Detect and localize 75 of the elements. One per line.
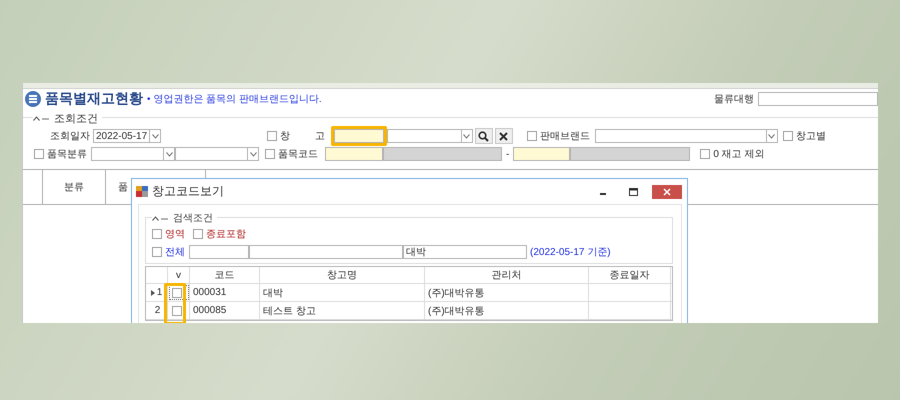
table-cell: 대박 — [260, 284, 425, 301]
checkbox[interactable] — [152, 229, 162, 239]
dropdown-icon[interactable] — [152, 134, 158, 138]
range-separator: - — [506, 148, 510, 160]
maximize-icon — [628, 188, 638, 196]
column-header: 종료일자 — [589, 267, 671, 283]
checkbox[interactable] — [700, 149, 710, 159]
search-icon — [478, 130, 490, 142]
checkbox[interactable] — [152, 247, 162, 257]
close-icon — [663, 188, 671, 196]
item-code-field[interactable] — [325, 147, 383, 161]
dropdown-icon[interactable] — [250, 152, 256, 156]
table-cell: 테스트 창고 — [260, 302, 425, 319]
menu-icon — [25, 91, 41, 107]
search-button[interactable] — [474, 128, 493, 144]
warehouse-name-field[interactable] — [386, 129, 462, 143]
field-label: 판매브랜드 — [540, 130, 590, 143]
field-label: 조회일자 — [50, 130, 90, 143]
checkbox[interactable] — [193, 229, 203, 239]
item-name-field[interactable] — [570, 147, 690, 161]
column-header: 분류 — [43, 170, 106, 204]
search-field[interactable]: 대박 — [403, 245, 527, 259]
table-cell: 000085 — [190, 302, 260, 319]
table-cell: (주)대박유통 — [425, 302, 589, 319]
checkbox[interactable] — [172, 288, 182, 298]
clear-button[interactable] — [494, 128, 513, 144]
search-field[interactable] — [189, 245, 249, 259]
close-button[interactable] — [652, 184, 682, 198]
subcategory-select[interactable] — [175, 147, 248, 161]
field-label: 품목코드 — [278, 148, 318, 161]
date-field[interactable]: 2022-05-17 — [93, 129, 150, 143]
table-cell: 000031 — [190, 284, 260, 301]
page-title: 품목별재고현황 — [45, 90, 143, 108]
row-header[interactable]: 2 — [146, 302, 168, 319]
table-cell: (주)대박유통 — [425, 284, 589, 301]
field-label: 품목분류 — [47, 148, 87, 161]
category-select[interactable] — [91, 147, 164, 161]
row-header[interactable]: 1 — [146, 284, 168, 301]
row-number: 2 — [154, 305, 160, 316]
current-row-icon — [150, 290, 155, 296]
collapse-icon[interactable] — [152, 216, 169, 220]
collapse-icon[interactable] — [33, 116, 50, 121]
dropdown-icon[interactable] — [166, 152, 172, 156]
brand-select[interactable] — [594, 129, 767, 143]
dropdown-icon[interactable] — [768, 134, 776, 138]
highlight-frame — [164, 283, 186, 323]
checkbox[interactable] — [267, 131, 277, 141]
window-icon — [136, 186, 148, 197]
option-label: 전체 — [165, 246, 185, 259]
item-name-field[interactable] — [383, 147, 502, 161]
checkbox[interactable] — [782, 131, 793, 141]
group-title: 검색조건 — [173, 212, 213, 225]
dropdown-icon[interactable] — [463, 134, 470, 138]
group-title: 조회조건 — [54, 112, 98, 126]
checkbox[interactable] — [526, 131, 537, 141]
field-label: 창고별 — [796, 130, 826, 143]
field-label: 0 재고 제외 — [713, 148, 764, 161]
column-header: v — [168, 267, 190, 283]
column-header: 창고명 — [260, 267, 425, 283]
field-label: 창 고 — [280, 130, 325, 143]
search-field[interactable] — [249, 245, 403, 259]
column-header: 코드 — [190, 267, 260, 283]
field-label: 물류대행 — [714, 93, 754, 106]
permission-note: • 영업권한은 품목의 판매브랜드입니다. — [147, 93, 322, 106]
option-label: 종료포함 — [206, 228, 246, 241]
checkbox[interactable] — [34, 149, 44, 159]
checkbox[interactable] — [265, 149, 275, 159]
option-label: 영역 — [165, 228, 185, 241]
logistics-field[interactable] — [758, 92, 878, 106]
item-code-field[interactable] — [513, 147, 570, 161]
basis-date: (2022-05-17 기준) — [530, 246, 611, 259]
close-icon — [499, 132, 508, 140]
checkbox[interactable] — [172, 306, 182, 316]
column-header: 관리처 — [425, 267, 589, 283]
row-number: 1 — [156, 287, 162, 298]
